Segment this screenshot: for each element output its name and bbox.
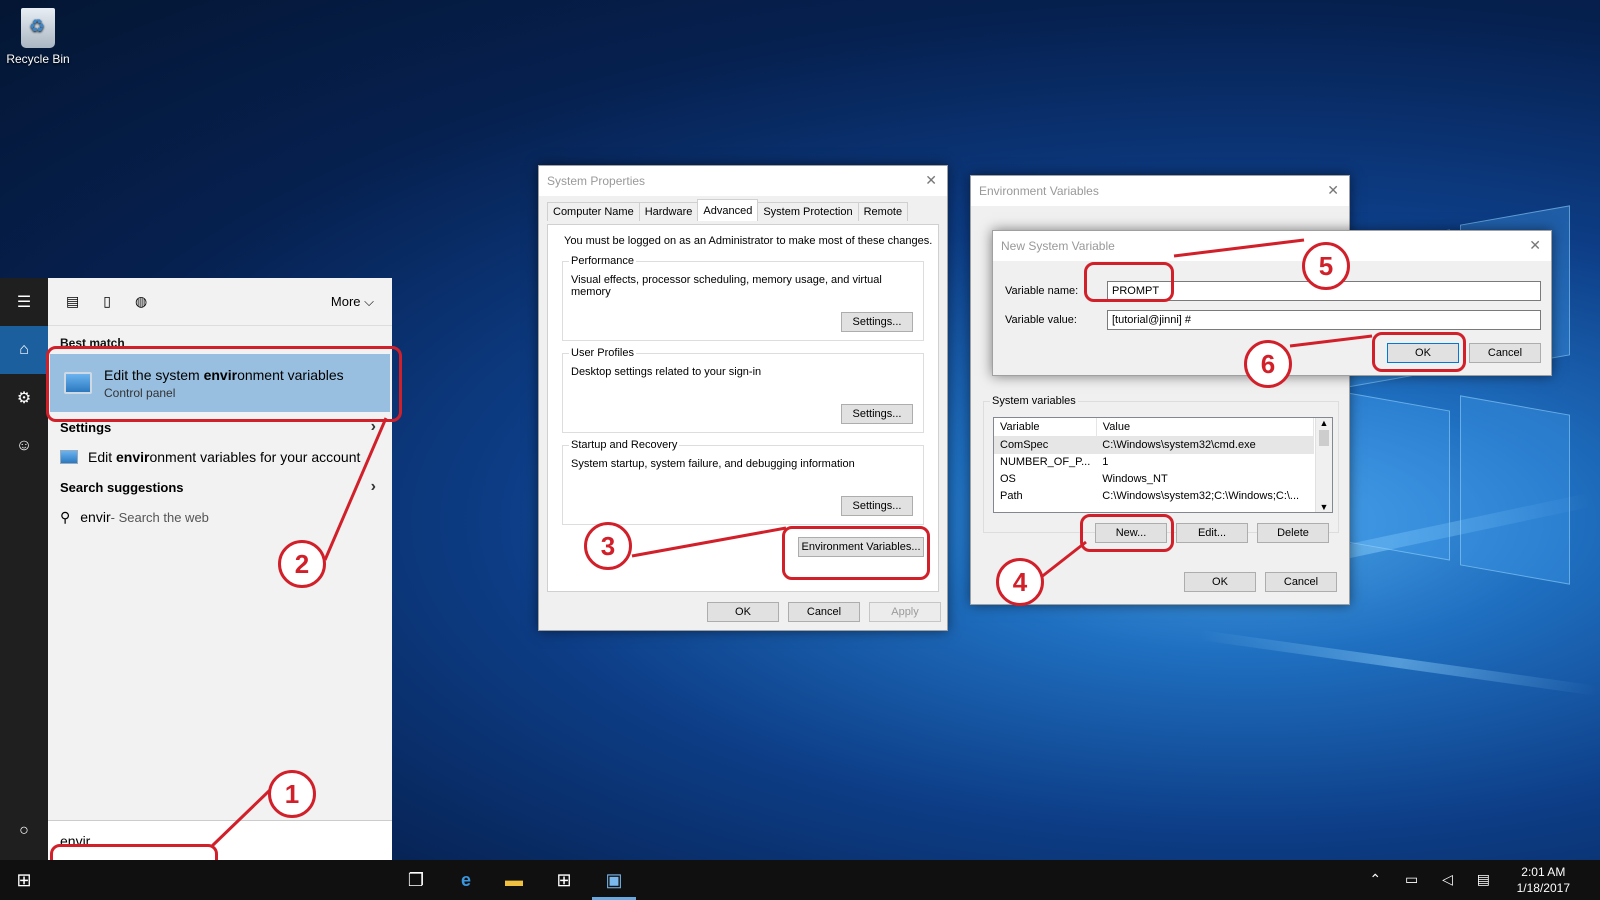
- system-properties-cancel-button[interactable]: Cancel: [788, 602, 860, 622]
- scroll-thumb[interactable]: [1319, 430, 1329, 446]
- startup-recovery-group: Startup and Recovery System startup, sys…: [562, 439, 924, 525]
- wallpaper-window-pane: [1460, 395, 1570, 585]
- environment-variables-cancel-button[interactable]: Cancel: [1265, 572, 1337, 592]
- recycle-bin-label: Recycle Bin: [6, 52, 70, 66]
- annotation-step-4: 4: [996, 558, 1044, 606]
- variable-name-label: Variable name:: [1005, 285, 1079, 297]
- table-row[interactable]: NUMBER_OF_P... 1: [994, 454, 1314, 471]
- annotation-step-1: 1: [268, 770, 316, 818]
- column-value[interactable]: Value: [1096, 418, 1315, 437]
- annotation-step-6: 6: [1244, 340, 1292, 388]
- tab-hardware[interactable]: Hardware: [638, 202, 699, 221]
- system-properties-ok-button[interactable]: OK: [707, 602, 779, 622]
- web-filter-icon[interactable]: ◍: [135, 293, 147, 310]
- search-icon: ⚲: [60, 508, 71, 525]
- apps-filter-icon[interactable]: ▤: [66, 293, 79, 310]
- edit-variable-button[interactable]: Edit...: [1176, 523, 1248, 543]
- annotation-box-new-button: [1080, 514, 1174, 552]
- recycle-bin-shortcut[interactable]: Recycle Bin: [6, 8, 70, 66]
- gear-icon[interactable]: ⚙: [0, 374, 48, 422]
- edge-browser-icon[interactable]: e: [454, 868, 478, 892]
- monitor-icon: [60, 450, 78, 464]
- performance-settings-button[interactable]: Settings...: [841, 312, 913, 332]
- annotation-box-variable-name: [1084, 262, 1174, 302]
- feedback-icon[interactable]: ☺: [0, 422, 48, 470]
- annotation-step-3: 3: [584, 522, 632, 570]
- search-suggestions-heading[interactable]: Search suggestions ›: [48, 472, 392, 502]
- task-view-icon[interactable]: ❐: [404, 868, 428, 892]
- taskbar: ⊞ ❐ e ▬ ⊞ ▣ ⌃ ▭ ◁ ▤ 2:01 AM 1/18/2017: [0, 860, 1600, 900]
- variable-value-label: Variable value:: [1005, 314, 1077, 326]
- file-explorer-icon[interactable]: ▬: [502, 868, 526, 892]
- search-filter-bar: ▤ ▯ ◍ More ⌵: [48, 278, 392, 326]
- tab-remote[interactable]: Remote: [857, 202, 909, 221]
- annotation-box-env-button: [782, 526, 930, 580]
- tab-advanced[interactable]: Advanced: [697, 199, 759, 221]
- scroll-down-icon[interactable]: ▼: [1316, 502, 1332, 512]
- startup-settings-button[interactable]: Settings...: [841, 496, 913, 516]
- tab-computer-name[interactable]: Computer Name: [547, 202, 640, 221]
- annotation-step-5: 5: [1302, 242, 1350, 290]
- admin-notice: You must be logged on as an Administrato…: [564, 235, 933, 247]
- startup-recovery-desc: System startup, system failure, and debu…: [571, 458, 855, 470]
- system-properties-title-bar: System Properties ✕: [539, 166, 947, 196]
- environment-variables-ok-button[interactable]: OK: [1184, 572, 1256, 592]
- system-tray-icons[interactable]: ⌃ ▭ ◁ ▤: [1369, 871, 1500, 888]
- table-row[interactable]: ComSpec C:\Windows\system32\cmd.exe: [994, 436, 1314, 454]
- performance-desc: Visual effects, processor scheduling, me…: [571, 274, 882, 298]
- annotation-box-best-match: [46, 346, 402, 422]
- windows-start-icon[interactable]: ⊞: [12, 868, 36, 892]
- home-icon[interactable]: ⌂: [0, 326, 48, 374]
- user-profiles-label: User Profiles: [569, 347, 636, 359]
- web-suggestion[interactable]: ⚲ envir - Search the web: [48, 502, 392, 532]
- system-variables-label: System variables: [990, 395, 1078, 407]
- cortana-circle-icon[interactable]: ○: [0, 822, 48, 840]
- system-variables-list[interactable]: Variable Value ComSpec C:\Windows\system3…: [993, 417, 1333, 513]
- close-icon[interactable]: ✕: [925, 172, 937, 189]
- list-scrollbar[interactable]: ▲ ▼: [1315, 418, 1332, 512]
- system-properties-taskbar-icon[interactable]: ▣: [602, 868, 626, 892]
- chevron-right-icon: ›: [370, 478, 376, 495]
- system-variables-table: Variable Value ComSpec C:\Windows\system3…: [994, 418, 1315, 505]
- table-row[interactable]: Path C:\Windows\system32;C:\Windows;C:\..…: [994, 488, 1314, 505]
- table-header: Variable Value: [994, 418, 1315, 437]
- scroll-up-icon[interactable]: ▲: [1316, 418, 1332, 428]
- column-variable[interactable]: Variable: [994, 418, 1097, 437]
- variable-value-field[interactable]: [tutorial@jinni] #: [1107, 310, 1541, 330]
- environment-variables-title-bar: Environment Variables ✕: [971, 176, 1349, 206]
- clock-time: 2:01 AM: [1521, 865, 1566, 879]
- startup-recovery-label: Startup and Recovery: [569, 439, 680, 451]
- new-system-variable-title-bar: New System Variable ✕: [993, 231, 1551, 261]
- annotation-step-2: 2: [278, 540, 326, 588]
- recycle-bin-icon: [21, 8, 55, 48]
- more-filters-button[interactable]: More ⌵: [331, 294, 374, 310]
- delete-variable-button[interactable]: Delete: [1257, 523, 1329, 543]
- new-variable-cancel-button[interactable]: Cancel: [1469, 343, 1541, 363]
- tab-system-protection[interactable]: System Protection: [757, 202, 859, 221]
- user-profiles-settings-button[interactable]: Settings...: [841, 404, 913, 424]
- settings-result[interactable]: Edit environment variables for your acco…: [48, 442, 392, 472]
- store-icon[interactable]: ⊞: [552, 868, 576, 892]
- performance-label: Performance: [569, 255, 636, 267]
- user-profiles-desc: Desktop settings related to your sign-in: [571, 366, 762, 378]
- tab-strip: Computer Name Hardware Advanced System P…: [547, 199, 909, 221]
- documents-filter-icon[interactable]: ▯: [103, 293, 111, 310]
- clock-date: 1/18/2017: [1516, 881, 1570, 895]
- wallpaper-beam: [1199, 630, 1597, 696]
- annotation-box-ok-button: [1372, 332, 1466, 372]
- start-rail: ☰ ⌂ ⚙ ☺ ○: [0, 278, 48, 860]
- hamburger-menu-icon[interactable]: ☰: [0, 278, 48, 326]
- clock[interactable]: 2:01 AM 1/18/2017: [1517, 864, 1570, 896]
- performance-group: Performance Visual effects, processor sc…: [562, 255, 924, 341]
- system-properties-apply-button[interactable]: Apply: [869, 602, 941, 622]
- table-row[interactable]: OS Windows_NT: [994, 471, 1314, 488]
- close-icon[interactable]: ✕: [1529, 237, 1541, 254]
- close-icon[interactable]: ✕: [1327, 182, 1339, 199]
- user-profiles-group: User Profiles Desktop settings related t…: [562, 347, 924, 433]
